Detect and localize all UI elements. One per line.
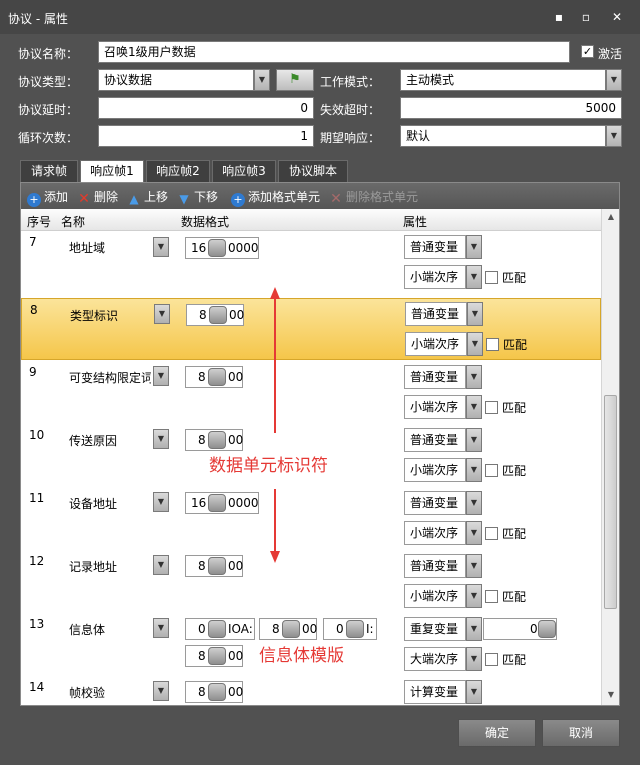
loop-input[interactable]: 1 — [98, 125, 314, 147]
chevron-down-icon[interactable]: ▼ — [606, 125, 622, 147]
header-num: 序号 — [27, 215, 52, 229]
delete-icon: ✕ — [78, 191, 90, 207]
delay-input[interactable]: 0 — [98, 97, 314, 119]
scroll-up-icon[interactable]: ▲ — [602, 209, 620, 225]
toolbar: + 添加 ✕ 删除 ▲ 上移 ▼ 下移 + 添加格式单元 ✕ 删除格式单元 — [21, 183, 619, 209]
header-name: 名称 — [61, 215, 86, 229]
annotation-info-template: 信息体模版 — [259, 646, 344, 666]
delete-format-unit-button[interactable]: ✕ 删除格式单元 — [329, 188, 418, 206]
title-bar: 协议 - 属性 ▪ ▫ ✕ — [0, 0, 640, 34]
delete-icon: ✕ — [330, 191, 342, 207]
move-up-button[interactable]: ▲ 上移 — [127, 188, 168, 206]
arrow-down-icon: ▼ — [179, 192, 189, 206]
plus-icon: + — [231, 193, 245, 207]
header-attr: 属性 — [403, 215, 428, 229]
window-title: 协议 - 属性 — [8, 12, 68, 26]
chevron-down-icon[interactable]: ▼ — [606, 69, 622, 91]
add-button[interactable]: + 添加 — [27, 188, 68, 207]
delay-label: 协议延时： — [18, 103, 79, 117]
tab-script[interactable]: 协议脚本 — [278, 160, 348, 182]
flag-icon: ⚑ — [289, 72, 301, 87]
expect-label: 期望响应： — [320, 131, 381, 145]
loop-label: 循环次数： — [18, 131, 79, 145]
scroll-thumb[interactable] — [604, 395, 617, 609]
timeout-label: 失效超时： — [320, 103, 381, 117]
protocol-name-label: 协议名称： — [18, 47, 79, 61]
expect-select[interactable]: 默认 — [400, 125, 606, 147]
tab-response-3[interactable]: 响应帧3 — [212, 160, 276, 182]
work-mode-select[interactable]: 主动模式 — [400, 69, 606, 91]
work-mode-label: 工作模式： — [320, 75, 381, 89]
plus-icon: + — [27, 193, 41, 207]
timeout-input[interactable]: 5000 — [400, 97, 622, 119]
flag-button[interactable]: ⚑ — [276, 69, 314, 91]
move-down-button[interactable]: ▼ 下移 — [177, 188, 218, 206]
protocol-type-select[interactable]: 协议数据 — [98, 69, 254, 91]
response-frame-panel: + 添加 ✕ 删除 ▲ 上移 ▼ 下移 + 添加格式单元 ✕ 删除格式单元 序号 名称 数据… — [20, 182, 620, 706]
protocol-name-input[interactable]: 召唤1级用户数据 — [98, 41, 570, 63]
protocol-type-label: 协议类型： — [18, 75, 79, 89]
activate-label: 激活 — [598, 47, 623, 61]
cancel-button[interactable]: 取消 — [542, 719, 620, 747]
delete-button[interactable]: ✕ 删除 — [77, 188, 118, 206]
header-format: 数据格式 — [181, 215, 230, 229]
close-icon[interactable]: ✕ — [606, 8, 628, 26]
scroll-down-icon[interactable]: ▼ — [602, 687, 620, 703]
tab-response-2[interactable]: 响应帧2 — [146, 160, 210, 182]
tab-response-1[interactable]: 响应帧1 — [80, 160, 144, 183]
arrow-up-icon: ▲ — [129, 192, 139, 206]
add-format-unit-button[interactable]: + 添加格式单元 — [231, 188, 320, 207]
grid-header: 序号 名称 数据格式 属性 — [21, 209, 601, 231]
vertical-scrollbar[interactable]: ▲ ▼ — [601, 209, 619, 705]
help-icon[interactable]: ▪ — [548, 8, 570, 26]
chevron-down-icon[interactable]: ▼ — [254, 69, 270, 91]
tab-request[interactable]: 请求帧 — [20, 160, 78, 182]
ok-button[interactable]: 确定 — [458, 719, 536, 747]
activate-checkbox[interactable]: ✓ — [581, 45, 594, 58]
restore-icon[interactable]: ▫ — [575, 8, 597, 26]
grid-rows: 7 地址域 ▼ 16 0000 普通变量 ▼ 小端次序 ▼ 匹配 8 类型标识 … — [21, 231, 601, 705]
annotation-data-unit-id: 数据单元标识符 — [209, 456, 328, 476]
